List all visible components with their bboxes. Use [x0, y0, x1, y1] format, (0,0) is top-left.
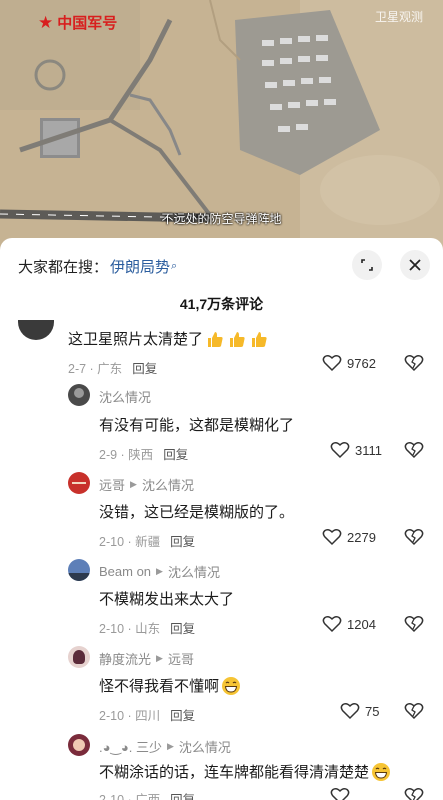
like-button[interactable]: 1204 [322, 615, 376, 633]
broken-heart-icon [404, 442, 424, 459]
heart-icon [322, 529, 342, 546]
like-count: 9762 [347, 355, 376, 371]
commenter-name[interactable]: .◕‿◕. 三少 [99, 737, 162, 756]
reply-to-name[interactable]: 沈么情况 [168, 562, 220, 581]
comment-meta: 2-10 · 广西 回复 [99, 789, 195, 800]
heart-icon [330, 788, 350, 800]
comment-meta: 2-10 · 山东 回复 [99, 618, 195, 637]
comment-text: 有没有可能，这都是模糊化了 [99, 417, 295, 434]
broken-heart-icon [404, 355, 424, 372]
dislike-button[interactable] [404, 354, 424, 377]
commenter-name[interactable]: Beam on [99, 564, 151, 579]
avatar[interactable] [68, 559, 90, 581]
comment-text: 这卫星照片太清楚了 [68, 328, 269, 349]
like-count: 3111 [355, 442, 382, 458]
comment-text: 怪不得我看不懂啊 [99, 675, 241, 696]
broken-heart-icon [404, 529, 424, 546]
satellite-video[interactable]: ★ 中国军号 卫星观测 不远处的防空导弹阵地 [0, 0, 443, 250]
comment-text: 不糊涂话的话，连车牌都能看得清清楚楚 [99, 761, 391, 782]
like-count: 1204 [347, 616, 376, 632]
comment-meta: 2-9 · 陕西 回复 [99, 444, 188, 463]
dislike-button[interactable] [404, 615, 424, 638]
broken-heart-icon [404, 616, 424, 633]
reply-button[interactable]: 回复 [170, 789, 195, 800]
like-count: 2279 [347, 529, 376, 545]
thumbs-up-icon [208, 331, 223, 347]
comment-text: 不模糊发出来太大了 [99, 591, 235, 608]
heart-icon [322, 616, 342, 633]
heart-icon [330, 442, 350, 459]
thumbs-up-icon [252, 331, 267, 347]
arrow-right-icon: ▶ [167, 741, 174, 751]
reply-button[interactable]: 回复 [170, 618, 195, 637]
reply-button[interactable]: 回复 [170, 531, 195, 550]
star-icon: ★ [38, 12, 54, 32]
reply-button[interactable]: 回复 [132, 358, 157, 377]
comment-date: 2-9 · 陕西 [99, 448, 154, 462]
broken-heart-icon [404, 788, 424, 800]
search-icon: ⌕ [171, 260, 178, 272]
dislike-button[interactable] [404, 702, 424, 725]
heart-icon [322, 355, 342, 372]
collapse-icon [361, 259, 373, 271]
arrow-right-icon: ▶ [130, 479, 137, 489]
reply-to-name[interactable]: 沈么情况 [179, 737, 231, 756]
like-button[interactable]: 9762 [322, 354, 376, 372]
comment-meta: 2-10 · 四川 回复 [99, 705, 195, 724]
commenter-name-row: .◕‿◕. 三少 ▶ 沈么情况 [99, 737, 231, 756]
avatar[interactable] [68, 734, 90, 756]
video-subtitle: 不远处的防空导弹阵地 [161, 212, 282, 226]
search-prefix: 大家都在搜： [18, 259, 109, 276]
commenter-name[interactable]: 沈么情况 [99, 387, 151, 406]
like-button[interactable] [330, 787, 350, 800]
comment-date: 2-10 · 广西 [99, 793, 161, 800]
commenter-name-row: 静度流光 ▶ 远哥 [99, 649, 194, 668]
commenter-name[interactable]: 远哥 [99, 475, 125, 494]
search-term-link[interactable]: 伊朗局势 [110, 256, 170, 277]
watermark-text: 中国军号 [57, 15, 118, 32]
comment-date: 2-10 · 新疆 [99, 535, 161, 549]
arrow-right-icon: ▶ [156, 566, 163, 576]
close-icon [409, 259, 421, 271]
like-button[interactable]: 3111 [330, 441, 382, 459]
dislike-button[interactable] [404, 787, 424, 800]
commenter-name-row: 远哥 ▶ 沈么情况 [99, 475, 194, 494]
dislike-button[interactable] [404, 528, 424, 551]
comment-text: 没错，这已经是模糊版的了。 [99, 504, 295, 521]
commenter-name-row: 沈么情况 [99, 387, 151, 406]
heart-icon [340, 703, 360, 720]
reply-to-name[interactable]: 远哥 [168, 649, 194, 668]
reply-button[interactable]: 回复 [163, 444, 188, 463]
avatar[interactable] [68, 646, 90, 668]
like-button[interactable]: 2279 [322, 528, 376, 546]
watermark-right: 卫星观测 [374, 10, 423, 24]
comment-meta: 2-7 · 广东 回复 [68, 358, 157, 377]
grin-emoji-icon [372, 762, 391, 781]
collapse-button[interactable] [352, 250, 382, 280]
channel-watermark: ★ 中国军号 [38, 12, 117, 33]
like-count: 75 [365, 703, 380, 719]
arrow-right-icon: ▶ [156, 653, 163, 663]
comment-sheet: 大家都在搜： 伊朗局势 ⌕ 41,7万条评论 这卫星照片太清楚了 2-7 · 广… [0, 238, 443, 800]
close-button[interactable] [400, 250, 430, 280]
commenter-name-row: Beam on ▶ 沈么情况 [99, 562, 220, 581]
dislike-button[interactable] [404, 441, 424, 464]
avatar[interactable] [68, 472, 90, 494]
comment-date: 2-10 · 山东 [99, 622, 161, 636]
trending-search[interactable]: 大家都在搜： 伊朗局势 ⌕ [18, 256, 177, 277]
comment-date: 2-7 · 广东 [68, 362, 123, 376]
commenter-name[interactable]: 静度流光 [99, 649, 151, 668]
thumbs-up-icon [230, 331, 245, 347]
avatar[interactable] [68, 384, 90, 406]
reply-button[interactable]: 回复 [170, 705, 195, 724]
reply-to-name[interactable]: 沈么情况 [142, 475, 194, 494]
comment-meta: 2-10 · 新疆 回复 [99, 531, 195, 550]
like-button[interactable]: 75 [340, 702, 379, 720]
comment-count: 41,7万条评论 [179, 296, 264, 312]
broken-heart-icon [404, 703, 424, 720]
comment-date: 2-10 · 四川 [99, 709, 161, 723]
avatar[interactable] [18, 320, 54, 340]
grin-emoji-icon [222, 676, 241, 695]
